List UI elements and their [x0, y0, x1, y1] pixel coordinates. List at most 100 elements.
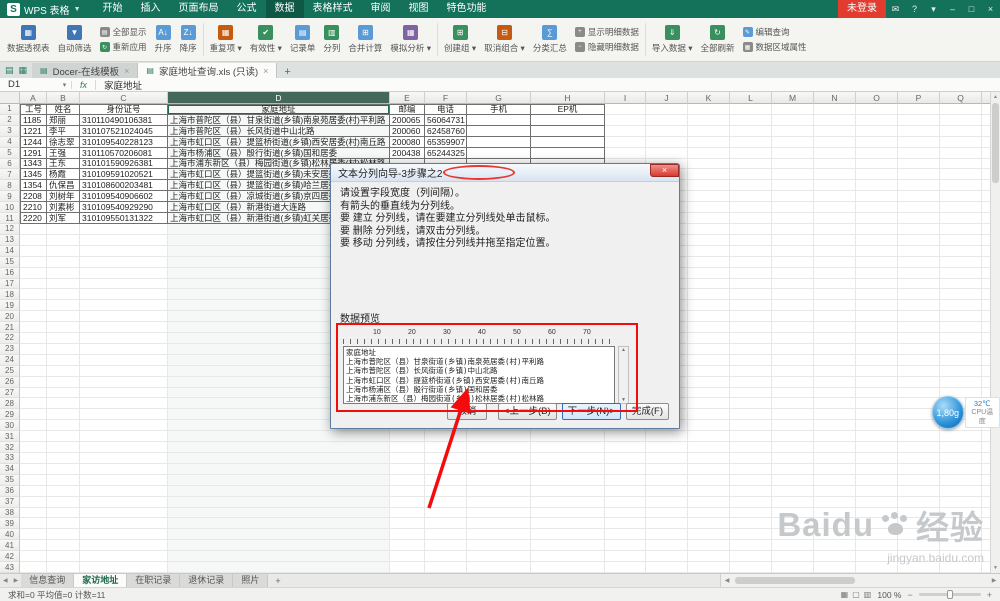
cell-G2[interactable] — [467, 114, 531, 126]
cell-A15[interactable] — [20, 256, 47, 268]
cell-E36[interactable] — [390, 485, 425, 497]
cell-K9[interactable] — [688, 191, 730, 203]
zoom-in-button[interactable]: + — [987, 590, 992, 600]
cell-H42[interactable] — [531, 551, 605, 563]
cell-L12[interactable] — [730, 223, 772, 235]
cell-M34[interactable] — [772, 463, 814, 475]
cell-B19[interactable] — [47, 300, 80, 312]
cell-C43[interactable] — [80, 562, 168, 573]
cell-P1[interactable] — [898, 104, 940, 115]
cell-A23[interactable] — [20, 343, 47, 355]
cell-C20[interactable] — [80, 311, 168, 323]
cell-L21[interactable] — [730, 322, 772, 334]
cell-A14[interactable] — [20, 245, 47, 257]
cell-L34[interactable] — [730, 463, 772, 475]
cell-L22[interactable] — [730, 333, 772, 344]
cell-M32[interactable] — [772, 442, 814, 453]
minimize-icon[interactable]: – — [943, 0, 962, 18]
cell-K4[interactable] — [688, 136, 730, 148]
row-header-32[interactable]: 32 — [0, 442, 20, 453]
row-header-36[interactable]: 36 — [0, 485, 20, 497]
cell-H40[interactable] — [531, 529, 605, 541]
cell-N15[interactable] — [814, 256, 856, 268]
cell-M28[interactable] — [772, 398, 814, 410]
cell-B10[interactable]: 刘素彬 — [47, 202, 80, 214]
cell-B18[interactable] — [47, 289, 80, 301]
cell-B32[interactable] — [47, 442, 80, 453]
cell-K37[interactable] — [688, 496, 730, 508]
cell-L43[interactable] — [730, 562, 772, 573]
floating-monitor-widget[interactable]: 1,80g 32℃ CPU温度 — [932, 396, 1000, 429]
cell-D3[interactable]: 上海市普陀区（县）长风街道中山北路 — [168, 125, 390, 137]
cell-N20[interactable] — [814, 311, 856, 323]
cell-C2[interactable]: 310110490106381 — [80, 114, 168, 126]
cell-A30[interactable] — [20, 420, 47, 432]
cell-C14[interactable] — [80, 245, 168, 257]
row-header-13[interactable]: 13 — [0, 234, 20, 246]
cell-O21[interactable] — [856, 322, 898, 334]
cell-P10[interactable] — [898, 202, 940, 214]
cell-C27[interactable] — [80, 387, 168, 399]
cell-A1[interactable]: 工号 — [20, 104, 47, 115]
cell-J32[interactable] — [646, 442, 688, 453]
cell-D34[interactable] — [168, 463, 390, 475]
cell-P35[interactable] — [898, 474, 940, 486]
cell-R13[interactable] — [982, 235, 990, 246]
cell-K6[interactable] — [688, 158, 730, 170]
cell-J5[interactable] — [646, 147, 688, 159]
cell-E33[interactable] — [390, 453, 425, 464]
cell-I37[interactable] — [605, 496, 646, 508]
cell-L40[interactable] — [730, 529, 772, 541]
cell-H37[interactable] — [531, 496, 605, 508]
cell-Q19[interactable] — [940, 300, 982, 312]
cell-L38[interactable] — [730, 507, 772, 519]
cell-L27[interactable] — [730, 387, 772, 399]
menu-tab-审阅[interactable]: 审阅 — [362, 0, 400, 18]
menu-tab-公式[interactable]: 公式 — [228, 0, 266, 18]
formula-content[interactable]: 家庭地址 — [96, 78, 142, 92]
cell-M4[interactable] — [772, 136, 814, 148]
cell-R35[interactable] — [982, 475, 990, 486]
cell-D36[interactable] — [168, 485, 390, 497]
cell-M29[interactable] — [772, 409, 814, 421]
cell-E1[interactable]: 邮编 — [390, 104, 425, 115]
cell-D39[interactable] — [168, 518, 390, 530]
cell-B23[interactable] — [47, 343, 80, 355]
ribbon-button-数据透视表[interactable]: ▦ 数据透视表 — [3, 20, 54, 59]
cell-P26[interactable] — [898, 376, 940, 388]
row-header-16[interactable]: 16 — [0, 267, 20, 279]
cell-A28[interactable] — [20, 398, 47, 410]
cell-E2[interactable]: 200065 — [390, 114, 425, 126]
cell-O5[interactable] — [856, 147, 898, 159]
cell-G37[interactable] — [467, 496, 531, 508]
cell-C32[interactable] — [80, 442, 168, 453]
column-header-F[interactable]: F — [425, 92, 467, 104]
row-header-4[interactable]: 4 — [0, 136, 20, 148]
cell-I2[interactable] — [605, 114, 646, 126]
preview-scroll-up-icon[interactable]: ▲ — [621, 347, 626, 353]
row-header-3[interactable]: 3 — [0, 125, 20, 137]
app-logo[interactable]: S WPS 表格 ▼ — [0, 2, 88, 17]
cell-N32[interactable] — [814, 442, 856, 453]
row-header-23[interactable]: 23 — [0, 343, 20, 355]
cell-M2[interactable] — [772, 114, 814, 126]
ribbon-button-分类汇总[interactable]: ∑ 分类汇总 — [529, 20, 571, 59]
cell-E42[interactable] — [390, 551, 425, 563]
cell-J36[interactable] — [646, 485, 688, 497]
cell-M16[interactable] — [772, 267, 814, 279]
new-file-icon[interactable]: ▤ — [5, 65, 14, 76]
cell-B42[interactable] — [47, 551, 80, 563]
cell-B24[interactable] — [47, 354, 80, 366]
scroll-right-icon[interactable]: ▶ — [988, 577, 1000, 584]
cell-C16[interactable] — [80, 267, 168, 279]
cell-N23[interactable] — [814, 343, 856, 355]
ribbon-button-取消组合[interactable]: ⊟ 取消组合 ▾ — [480, 20, 529, 59]
cell-O14[interactable] — [856, 245, 898, 257]
cell-M36[interactable] — [772, 485, 814, 497]
cell-J43[interactable] — [646, 562, 688, 573]
cell-R6[interactable] — [982, 159, 990, 170]
vertical-scrollbar[interactable]: ▲ ▼ — [990, 92, 1000, 573]
row-header-24[interactable]: 24 — [0, 354, 20, 366]
ribbon-button-重新应用[interactable]: ↻ 重新应用 — [99, 41, 147, 53]
cell-E4[interactable]: 200080 — [390, 136, 425, 148]
